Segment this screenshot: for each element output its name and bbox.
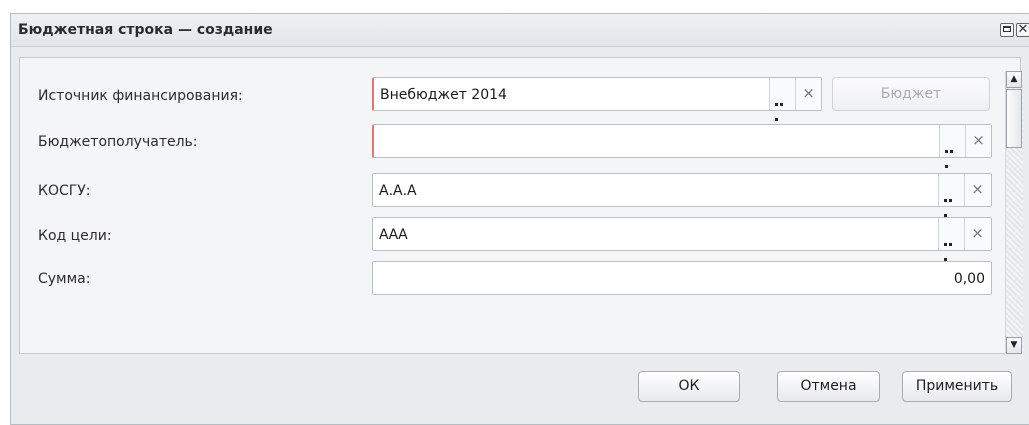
goal-code-field[interactable]: ААА × xyxy=(372,217,992,261)
budget-recipient-clear-button[interactable]: × xyxy=(965,125,991,157)
budget-button[interactable]: Бюджет xyxy=(832,77,990,111)
cancel-button[interactable]: Отмена xyxy=(777,371,880,402)
ok-button[interactable]: ОК xyxy=(638,371,740,402)
funding-source-value: Внебюджет 2014 xyxy=(380,87,507,103)
budget-line-dialog: Бюджетная строка — создание ✕ Источник ф… xyxy=(10,13,1029,425)
ellipsis-icon xyxy=(944,235,958,261)
amount-label: Сумма: xyxy=(38,271,91,287)
funding-source-field[interactable]: Внебюджет 2014 × xyxy=(372,77,822,121)
clear-icon: × xyxy=(972,131,985,149)
goal-code-select-button[interactable] xyxy=(938,218,964,261)
form-scrollbar[interactable]: ▲ ▼ xyxy=(1005,71,1023,354)
scroll-up-icon[interactable]: ▲ xyxy=(1006,71,1022,88)
form-panel: Источник финансирования: Внебюджет 2014 … xyxy=(19,57,1023,354)
budget-recipient-field[interactable]: × xyxy=(372,124,992,168)
scroll-down-icon[interactable]: ▼ xyxy=(1006,337,1022,354)
dialog-titlebar[interactable]: Бюджетная строка — создание ✕ xyxy=(11,14,1029,47)
funding-source-select-button[interactable] xyxy=(769,78,795,121)
clear-icon: × xyxy=(971,224,984,242)
kosgu-label: КОСГУ: xyxy=(38,183,91,199)
close-icon[interactable]: ✕ xyxy=(1016,23,1029,37)
kosgu-value: А.А.А xyxy=(379,183,417,199)
budget-recipient-select-button[interactable] xyxy=(939,125,965,168)
budget-recipient-label: Бюджетополучатель: xyxy=(38,134,198,150)
clear-icon: × xyxy=(971,180,984,198)
maximize-icon[interactable] xyxy=(1000,23,1014,37)
funding-source-clear-button[interactable]: × xyxy=(795,78,821,110)
kosgu-select-button[interactable] xyxy=(938,174,964,217)
amount-field[interactable]: 0,00 xyxy=(372,261,992,295)
kosgu-clear-button[interactable]: × xyxy=(964,174,990,206)
ellipsis-icon xyxy=(945,142,959,168)
scroll-thumb[interactable] xyxy=(1006,89,1022,148)
goal-code-clear-button[interactable]: × xyxy=(964,218,990,250)
kosgu-field[interactable]: А.А.А × xyxy=(372,173,992,217)
apply-button[interactable]: Применить xyxy=(902,371,1012,402)
clear-icon: × xyxy=(802,84,815,102)
ellipsis-icon xyxy=(775,95,789,121)
ellipsis-icon xyxy=(944,191,958,217)
amount-value: 0,00 xyxy=(953,271,985,287)
dialog-title: Бюджетная строка — создание xyxy=(18,22,273,38)
funding-source-label: Источник финансирования: xyxy=(38,88,243,104)
goal-code-label: Код цели: xyxy=(38,228,112,244)
goal-code-value: ААА xyxy=(379,227,408,243)
